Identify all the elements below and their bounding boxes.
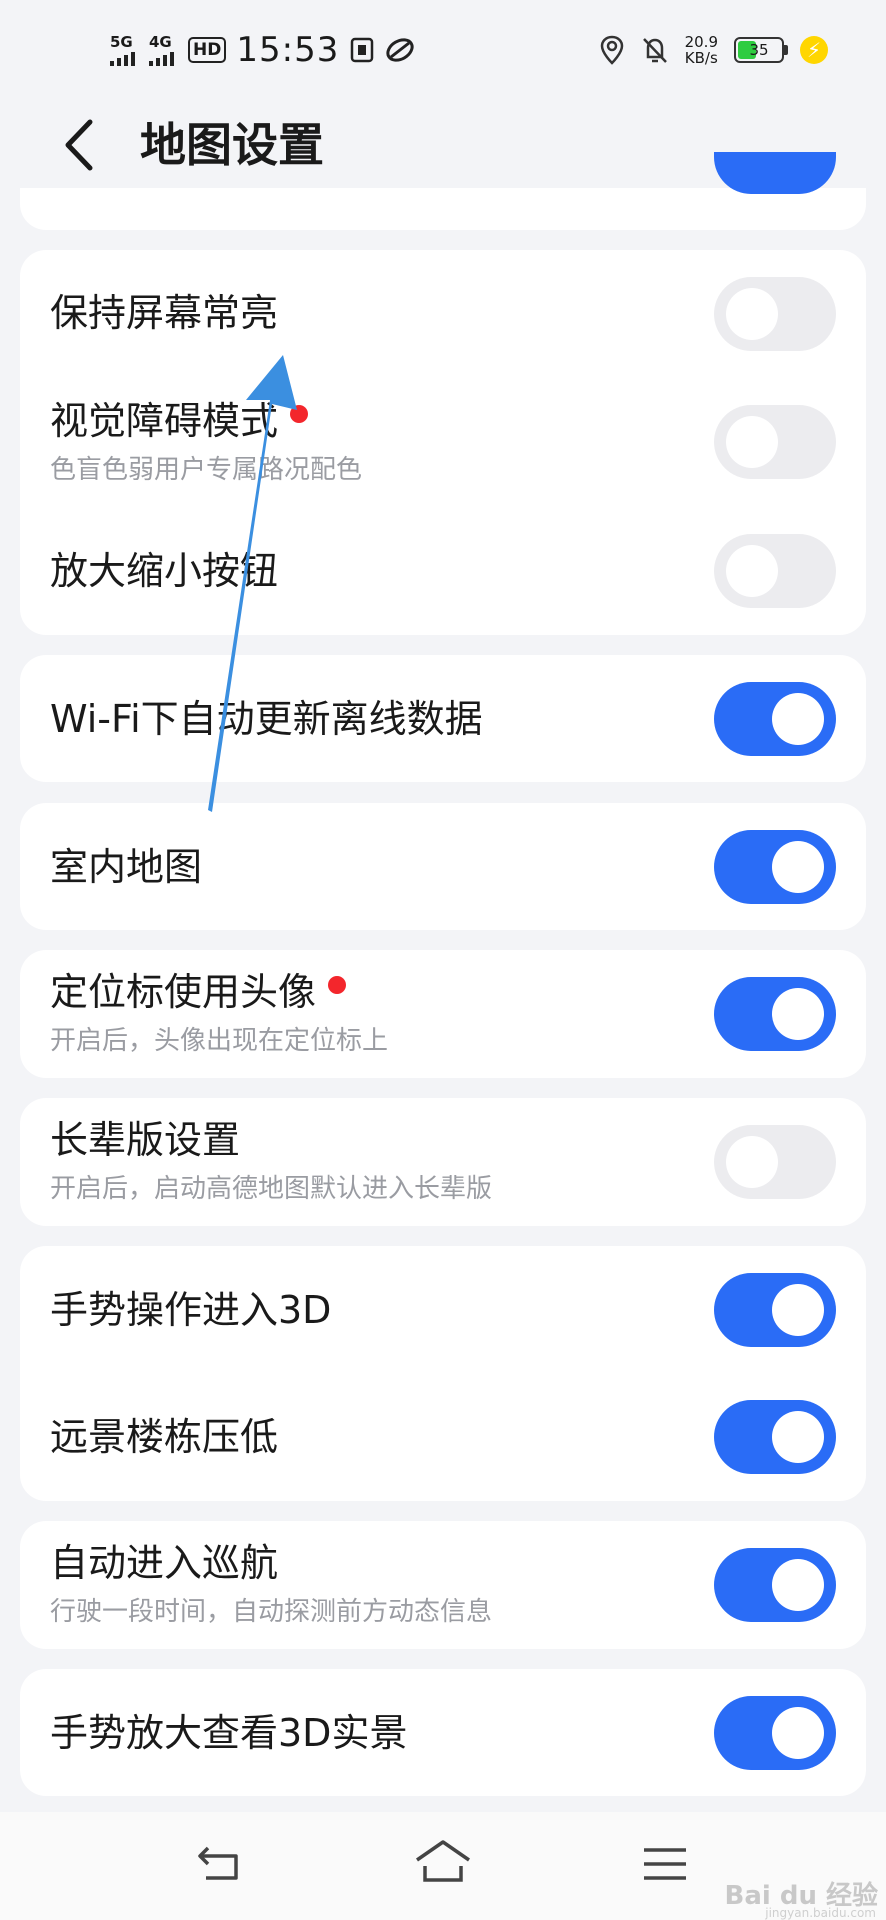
toggle-switch[interactable]	[714, 405, 836, 479]
toggle-switch[interactable]	[714, 830, 836, 904]
setting-label: Wi-Fi下自动更新离线数据	[50, 697, 483, 741]
location-icon	[600, 35, 623, 65]
settings-card-3d: 手势操作进入3D 远景楼栋压低	[20, 1246, 866, 1501]
sim-card-icon	[351, 37, 374, 63]
toggle-switch[interactable]	[714, 1548, 836, 1622]
toggle-switch[interactable]	[714, 1400, 836, 1474]
setting-label: 手势放大查看3D实景	[50, 1711, 408, 1755]
toggle-switch[interactable]	[714, 1696, 836, 1770]
network-speed: 20.9 KB/s	[684, 33, 718, 67]
watermark-url: jingyan.baidu.com	[765, 1906, 876, 1920]
setting-label: 远景楼栋压低	[50, 1415, 279, 1459]
settings-card-offline: Wi-Fi下自动更新离线数据	[20, 655, 866, 782]
new-badge	[328, 975, 347, 994]
setting-label: 定位标使用头像	[50, 968, 347, 1016]
toggle-switch[interactable]	[714, 682, 836, 756]
toggle-switch[interactable]	[714, 152, 836, 194]
setting-label: 室内地图	[50, 845, 203, 889]
clock: 15:53	[236, 30, 340, 70]
setting-row-zoom-buttons[interactable]: 放大缩小按钮	[20, 507, 866, 635]
setting-row-gesture-3d-live[interactable]: 手势放大查看3D实景	[20, 1669, 866, 1796]
signal-4g-icon: 4G	[149, 32, 174, 66]
settings-card-display: 保持屏幕常亮 视觉障碍模式 色盲色弱用户专属路况配色 放大缩小按钮	[20, 250, 866, 635]
setting-description: 开启后，启动高德地图默认进入长辈版	[50, 1174, 493, 1204]
settings-card-partial	[20, 152, 866, 230]
system-nav-bar: Bai du 经验 jingyan.baidu.com	[0, 1812, 886, 1920]
setting-label: 手势操作进入3D	[50, 1288, 332, 1332]
nav-home-icon[interactable]	[413, 1832, 473, 1892]
battery-icon: 35	[734, 37, 788, 63]
page-title: 地图设置	[140, 118, 324, 172]
setting-label: 视觉障碍模式	[50, 397, 309, 445]
back-arrow-icon[interactable]	[56, 110, 106, 180]
setting-label: 保持屏幕常亮	[50, 291, 279, 335]
setting-row-indoor-map[interactable]: 室内地图	[20, 803, 866, 930]
toggle-switch[interactable]	[714, 977, 836, 1051]
signal-1-label: 5G	[110, 32, 133, 51]
setting-row-elder-mode[interactable]: 长辈版设置 开启后，启动高德地图默认进入长辈版	[20, 1098, 866, 1226]
setting-row-wifi-offline-update[interactable]: Wi-Fi下自动更新离线数据	[20, 655, 866, 782]
toggle-switch[interactable]	[714, 1125, 836, 1199]
setting-description: 色盲色弱用户专属路况配色	[50, 455, 363, 485]
setting-label: 自动进入巡航	[50, 1541, 279, 1585]
toggle-switch[interactable]	[714, 1273, 836, 1347]
settings-card-cruise: 自动进入巡航 行驶一段时间，自动探测前方动态信息	[20, 1521, 866, 1649]
setting-row-avatar-locator[interactable]: 定位标使用头像 开启后，头像出现在定位标上	[20, 950, 866, 1078]
setting-description: 行驶一段时间，自动探测前方动态信息	[50, 1597, 493, 1627]
toggle-switch[interactable]	[714, 277, 836, 351]
status-bar: 5G 4G HD 15:53 20.9 KB/s 35 ⚡	[0, 0, 886, 100]
signal-2-label: 4G	[149, 32, 172, 51]
toggle-switch[interactable]	[714, 534, 836, 608]
hd-voice-icon: HD	[188, 37, 227, 63]
settings-card-indoor: 室内地图	[20, 803, 866, 930]
settings-card-live-view: 手势放大查看3D实景	[20, 1669, 866, 1796]
setting-row-visual-impairment[interactable]: 视觉障碍模式 色盲色弱用户专属路况配色	[20, 377, 866, 507]
settings-card-avatar: 定位标使用头像 开启后，头像出现在定位标上	[20, 950, 866, 1078]
charging-icon: ⚡	[800, 36, 828, 64]
setting-label: 放大缩小按钮	[50, 549, 279, 593]
setting-row-lower-distant-buildings[interactable]: 远景楼栋压低	[20, 1373, 866, 1501]
mute-bell-icon	[642, 38, 667, 63]
setting-row-auto-cruise[interactable]: 自动进入巡航 行驶一段时间，自动探测前方动态信息	[20, 1521, 866, 1649]
setting-description: 开启后，头像出现在定位标上	[50, 1026, 389, 1056]
setting-label: 长辈版设置	[50, 1118, 241, 1162]
settings-card-elder: 长辈版设置 开启后，启动高德地图默认进入长辈版	[20, 1098, 866, 1226]
new-badge	[290, 404, 309, 423]
nav-menu-icon[interactable]	[636, 1832, 696, 1892]
setting-row-gesture-3d[interactable]: 手势操作进入3D	[20, 1246, 866, 1373]
signal-5g-icon: 5G	[110, 32, 135, 66]
setting-row-keep-screen-on[interactable]: 保持屏幕常亮	[20, 250, 866, 377]
app-notification-icon	[386, 38, 414, 62]
nav-back-icon[interactable]	[190, 1832, 250, 1892]
